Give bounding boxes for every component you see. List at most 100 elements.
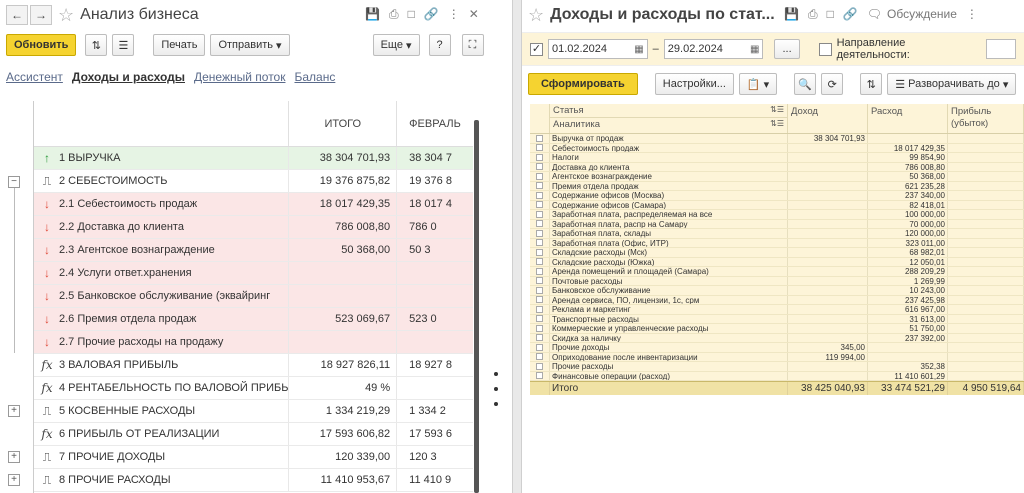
table-row[interactable]: Заработная плата, распределяемая на все 1… xyxy=(530,210,1024,220)
report-row[interactable]: ↓ 2.2 Доставка до клиента 786 008,80 786 0 xyxy=(34,216,473,239)
direction-checkbox[interactable] xyxy=(818,42,832,56)
report-row[interactable]: ↓ 2.7 Прочие расходы на продажу xyxy=(34,331,473,354)
period-select-button[interactable]: ... xyxy=(774,39,800,59)
row-expand-button[interactable] xyxy=(530,276,550,285)
table-row[interactable]: Агентское вознаграждение 50 368,00 xyxy=(530,172,1024,182)
plus-box-icon[interactable] xyxy=(536,210,543,218)
table-row[interactable]: Доставка до клиента 786 008,80 xyxy=(530,162,1024,172)
tab-cash-flow[interactable]: Денежный поток xyxy=(194,70,285,84)
period-checkbox[interactable]: ✓ xyxy=(530,42,543,56)
table-row[interactable]: Заработная плата, склады 120 000,00 xyxy=(530,229,1024,239)
plus-box-icon[interactable] xyxy=(536,267,543,275)
row-expand-button[interactable] xyxy=(530,200,550,209)
fullscreen-button[interactable]: ⛶ xyxy=(461,34,484,56)
table-row[interactable]: Реклама и маркетинг 616 967,00 xyxy=(530,305,1024,315)
settings-button[interactable]: Настройки... xyxy=(654,73,734,95)
table-row[interactable]: Транспортные расходы 31 613,00 xyxy=(530,314,1024,324)
report-row[interactable]: ⎍ 7 ПРОЧИЕ ДОХОДЫ 120 339,00 120 3 xyxy=(34,446,473,469)
report-row[interactable]: fx 4 РЕНТАБЕЛЬНОСТЬ ПО ВАЛОВОЙ ПРИБЫ 49 % xyxy=(34,377,473,400)
plus-box-icon[interactable] xyxy=(536,324,543,332)
table-row[interactable]: Коммерческие и управленческие расходы 51 … xyxy=(530,324,1024,334)
table-row[interactable]: Скидка за наличку 237 392,00 xyxy=(530,333,1024,343)
link-icon[interactable]: 🔗 xyxy=(843,7,858,22)
row-expand-button[interactable] xyxy=(530,191,550,200)
plus-box-icon[interactable] xyxy=(536,153,543,161)
tab-balance[interactable]: Баланс xyxy=(294,70,335,84)
panel-resize-handle[interactable] xyxy=(493,372,499,406)
plus-box-icon[interactable] xyxy=(536,315,543,323)
date-from-field[interactable]: 01.02.2024 ▦ xyxy=(547,39,648,59)
plus-box-icon[interactable] xyxy=(536,343,543,351)
report-row[interactable]: ⎍ 5 КОСВЕННЫЕ РАСХОДЫ 1 334 219,29 1 334 2 xyxy=(34,400,473,423)
plus-box-icon[interactable] xyxy=(536,296,543,304)
tab-assistant[interactable]: Ассистент xyxy=(6,70,63,84)
sort-icon[interactable]: ⇅☰ xyxy=(770,119,784,132)
close-icon[interactable]: ✕ xyxy=(469,7,479,22)
table-row[interactable]: Складские расходы (Южка) 12 050,01 xyxy=(530,257,1024,267)
row-expand-button[interactable] xyxy=(530,181,550,190)
table-row[interactable]: Аренда помещений и площадей (Самара) 288 … xyxy=(530,267,1024,277)
table-row[interactable]: Складские расходы (Мск) 68 982,01 xyxy=(530,248,1024,258)
help-button[interactable]: ? xyxy=(428,34,451,56)
plus-box-icon[interactable] xyxy=(536,229,543,237)
report-scrollbar[interactable] xyxy=(474,120,479,493)
preview-icon[interactable]: □ xyxy=(408,7,415,22)
table-row[interactable]: Прочие доходы 345,00 xyxy=(530,343,1024,353)
link-icon[interactable]: 🔗 xyxy=(424,7,439,22)
refresh-button[interactable]: Обновить xyxy=(6,34,77,56)
discussion-label[interactable]: Обсуждение xyxy=(887,7,957,22)
tab-income-expense[interactable]: Доходы и расходы xyxy=(72,70,185,84)
row-expand-button[interactable] xyxy=(530,248,550,257)
plus-box-icon[interactable] xyxy=(536,172,543,180)
table-row[interactable]: Заработная плата (Офис, ИТР) 323 011,00 xyxy=(530,238,1024,248)
save-icon[interactable]: 💾 xyxy=(784,7,799,22)
row-expand-button[interactable] xyxy=(530,172,550,181)
sort-icon[interactable]: ⇅☰ xyxy=(770,105,784,116)
row-expand-button[interactable] xyxy=(530,210,550,219)
print-button[interactable]: Печать xyxy=(153,34,206,56)
row-expand-button[interactable] xyxy=(530,143,550,152)
plus-box-icon[interactable] xyxy=(536,182,543,190)
more-button[interactable]: Еще ▾ xyxy=(372,34,420,56)
row-expand-button[interactable] xyxy=(530,352,550,361)
row-expand-button[interactable] xyxy=(530,362,550,371)
plus-box-icon[interactable] xyxy=(536,134,543,142)
plus-box-icon[interactable] xyxy=(536,258,543,266)
row-expand-button[interactable] xyxy=(530,324,550,333)
row-expand-button[interactable] xyxy=(530,371,550,380)
row-expand-button[interactable] xyxy=(530,162,550,171)
report-row[interactable]: fx 3 ВАЛОВАЯ ПРИБЫЛЬ 18 927 826,11 18 927 8 xyxy=(34,354,473,377)
back-button[interactable]: ← xyxy=(6,5,28,25)
plus-box-icon[interactable] xyxy=(536,334,543,342)
favorite-star-icon[interactable]: ☆ xyxy=(528,5,544,26)
row-expand-button[interactable] xyxy=(530,343,550,352)
report-row[interactable]: ⎍ 8 ПРОЧИЕ РАСХОДЫ 11 410 953,67 11 410 9 xyxy=(34,469,473,492)
table-row[interactable]: Премия отдела продаж 621 235,28 xyxy=(530,181,1024,191)
report-row[interactable]: ↓ 2.4 Услуги ответ.хранения xyxy=(34,262,473,285)
row-expand-button[interactable] xyxy=(530,333,550,342)
search-button[interactable]: 🔍 xyxy=(794,73,817,95)
row-expand-button[interactable] xyxy=(530,229,550,238)
table-row[interactable]: Содержание офисов (Самара) 82 418,01 xyxy=(530,200,1024,210)
row-expand-button[interactable] xyxy=(530,238,550,247)
more-icon[interactable]: ⋮ xyxy=(448,7,460,22)
window-divider[interactable] xyxy=(512,0,522,493)
table-row[interactable]: Содержание офисов (Москва) 237 340,00 xyxy=(530,191,1024,201)
print-icon[interactable]: ⎙ xyxy=(808,7,818,22)
more-icon[interactable]: ⋮ xyxy=(966,7,978,22)
plus-box-icon[interactable] xyxy=(536,191,543,199)
variant-button[interactable]: 📋 ▾ xyxy=(738,73,778,95)
plus-box-icon[interactable] xyxy=(536,372,543,380)
table-row[interactable]: Банковское обслуживание 10 243,00 xyxy=(530,286,1024,296)
plus-box-icon[interactable] xyxy=(536,201,543,209)
row-expand-button[interactable] xyxy=(530,295,550,304)
sort-list-button[interactable]: ☰ xyxy=(112,34,135,56)
plus-box-icon[interactable] xyxy=(536,144,543,152)
report-row[interactable]: ⎍ 2 СЕБЕСТОИМОСТЬ 19 376 875,82 19 376 8 xyxy=(34,170,473,193)
report-row[interactable]: ↓ 2.1 Себестоимость продаж 18 017 429,35 18… xyxy=(34,193,473,216)
discussion-icon[interactable]: 🗨 xyxy=(867,7,882,22)
plus-box-icon[interactable] xyxy=(536,286,543,294)
sort-button[interactable]: ⇅ xyxy=(860,73,883,95)
calendar-icon[interactable]: ▦ xyxy=(634,44,643,55)
plus-box-icon[interactable] xyxy=(536,248,543,256)
